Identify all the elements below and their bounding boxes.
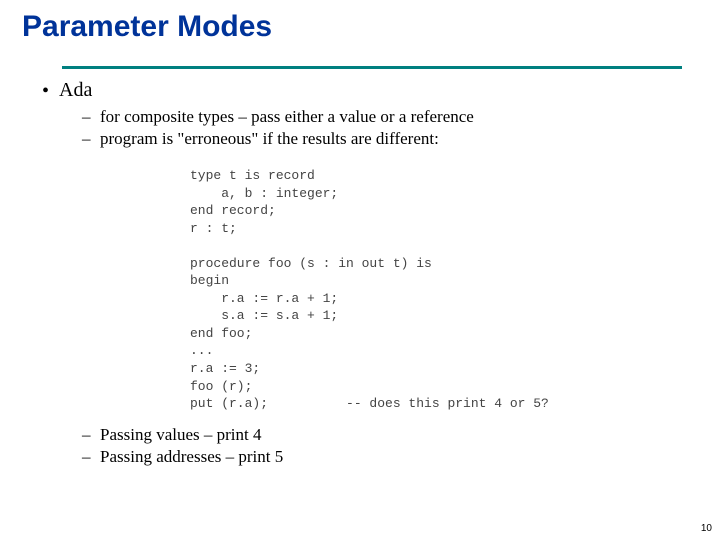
dash-icon: – xyxy=(82,129,92,149)
bullet-level1: • Ada xyxy=(42,79,700,103)
sub-text: Passing addresses – print 5 xyxy=(100,447,283,467)
bullet-level2: – Passing values – print 4 xyxy=(82,425,700,445)
bullet-level2: – for composite types – pass either a va… xyxy=(82,107,700,127)
dash-icon: – xyxy=(82,447,92,467)
dash-icon: – xyxy=(82,425,92,445)
bullet-text: Ada xyxy=(59,79,92,103)
code-block: type t is record a, b : integer; end rec… xyxy=(190,167,700,413)
sub-text: Passing values – print 4 xyxy=(100,425,262,445)
page-number: 10 xyxy=(701,523,712,534)
dash-icon: – xyxy=(82,107,92,127)
title-rule xyxy=(62,66,700,69)
bullet-dot-icon: • xyxy=(42,79,49,103)
sub-text: for composite types – pass either a valu… xyxy=(100,107,474,127)
bullet-level2: – Passing addresses – print 5 xyxy=(82,447,700,467)
bullet-level2: – program is "erroneous" if the results … xyxy=(82,129,700,149)
slide-title: Parameter Modes xyxy=(22,10,700,44)
sub-text: program is "erroneous" if the results ar… xyxy=(100,129,439,149)
